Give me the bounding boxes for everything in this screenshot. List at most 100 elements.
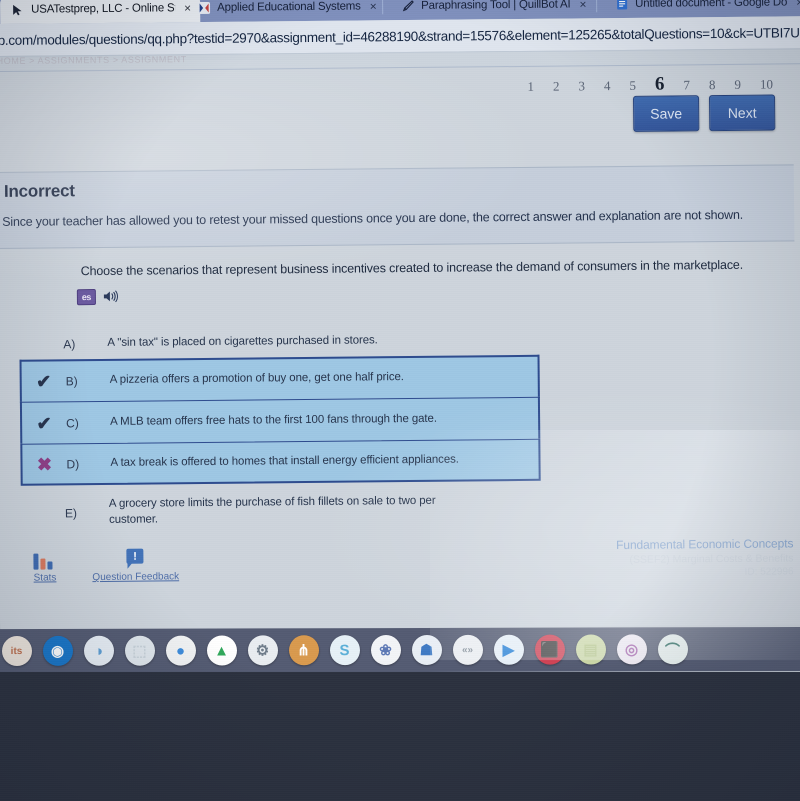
answer-option-d-selected[interactable]: ✖ D) A tax break is offered to homes tha… xyxy=(20,438,541,486)
shelf-item[interactable]: ❀ xyxy=(365,635,406,666)
pager-item-3[interactable]: 3 xyxy=(578,78,585,94)
media-player-app-icon[interactable]: ▶ xyxy=(493,634,524,665)
answer-option-b-selected[interactable]: ✔ B) A pizzeria offers a promotion of bu… xyxy=(19,354,540,402)
shelf-item[interactable]: ☗ xyxy=(406,634,447,665)
app-glyph: ▲ xyxy=(214,641,229,660)
tab-close-icon[interactable]: × xyxy=(796,0,800,9)
cube-app-icon[interactable]: ⬛ xyxy=(534,634,565,665)
pager-item-10[interactable]: 10 xyxy=(760,77,773,93)
banner-message: Since your teacher has allowed you to re… xyxy=(2,207,744,229)
address-bar-url: ep.com/modules/questions/qq.php?testid=2… xyxy=(0,24,800,48)
classroom-app-icon[interactable]: ☗ xyxy=(411,634,442,665)
app-glyph: ▤ xyxy=(583,641,598,659)
shelf-item[interactable]: ● xyxy=(160,635,201,666)
status-badge: Incorrect xyxy=(3,181,75,201)
screencast-app-icon[interactable]: ◑ xyxy=(83,635,114,666)
browser-tab-google-docs[interactable]: Untitled document - Google Do × xyxy=(604,0,800,18)
feedback-bubble-icon: ! xyxy=(124,548,146,569)
pager-item-2[interactable]: 2 xyxy=(553,79,560,95)
butterfly-app-icon[interactable]: ❀ xyxy=(370,635,401,666)
save-button[interactable]: Save xyxy=(633,95,700,132)
browser-tab-quillbot[interactable]: Paraphrasing Tool | QuillBot AI × xyxy=(390,0,610,20)
tab-title: Paraphrasing Tool | QuillBot AI xyxy=(421,0,571,12)
app-glyph: its xyxy=(10,645,23,657)
google-docs-icon xyxy=(615,0,628,11)
tab-title: Applied Educational Systems xyxy=(217,0,361,14)
device-bezel xyxy=(0,672,800,801)
files-app-icon[interactable]: ⬚ xyxy=(124,635,155,666)
shelf-item[interactable]: its xyxy=(0,635,37,667)
next-button[interactable]: Next xyxy=(709,94,776,132)
shelf-item[interactable]: ⚙ xyxy=(242,635,283,666)
its-learning-app-icon[interactable]: its xyxy=(1,635,32,667)
question-footer-links: Stats ! Question Feedback xyxy=(33,548,179,584)
tab-close-icon[interactable]: × xyxy=(579,0,586,11)
chrome-browser-app-icon[interactable]: ● xyxy=(165,635,196,666)
shelf-item[interactable]: ⋔ xyxy=(283,635,324,666)
answer-letter-a: A) xyxy=(63,337,76,352)
pager-item-7[interactable]: 7 xyxy=(683,77,690,93)
shelf-item[interactable]: ⌒ xyxy=(652,634,693,665)
question-pager: 1 2 3 4 5 6 7 8 9 10 xyxy=(527,73,773,97)
feedback-exclamation: ! xyxy=(126,548,144,564)
app-glyph: ❀ xyxy=(379,642,392,660)
app-glyph: ● xyxy=(175,642,186,660)
photo-of-chromebook-screen: USATestprep, LLC - Online Stat × Applied… xyxy=(0,0,800,801)
answer-text-d: A tax break is offered to homes that ins… xyxy=(110,453,459,469)
answer-option-a[interactable]: A) A "sin tax" is placed on cigarettes p… xyxy=(19,325,539,360)
cursor-icon xyxy=(11,3,24,16)
pager-item-8[interactable]: 8 xyxy=(709,77,716,93)
shelf-item[interactable]: ⬚ xyxy=(119,635,160,666)
result-banner: Incorrect Since your teacher has allowed… xyxy=(0,164,795,250)
pager-item-5[interactable]: 5 xyxy=(629,78,636,94)
google-drive-app-icon[interactable]: ▲ xyxy=(206,635,237,666)
answer-option-e[interactable]: E) A grocery store limits the purchase o… xyxy=(21,487,541,536)
standard-subtitle: (SSEF2) Marginal Costs & Benefits xyxy=(629,552,794,566)
shelf-item[interactable]: ▲ xyxy=(201,635,242,666)
shelf-item[interactable]: ▤ xyxy=(570,634,611,665)
chromeos-shelf: its ◉ ◑ ⬚ ● ▲ ⚙ ⋔ S ❀ ☗ «» ▶ ⬛ ▤ ◎ ⌒ xyxy=(0,626,800,674)
shelf-item[interactable]: ◎ xyxy=(611,634,652,665)
shelf-item[interactable]: ⬛ xyxy=(529,634,570,665)
question-feedback-label: Question Feedback xyxy=(92,571,180,584)
app-glyph: ◉ xyxy=(50,642,65,660)
wacom-app-icon[interactable]: ⌒ xyxy=(657,634,688,665)
answer-option-c-selected[interactable]: ✔ C) A MLB team offers free hats to the … xyxy=(19,396,541,444)
orbit-app-icon[interactable]: ◎ xyxy=(616,634,647,665)
standard-title[interactable]: Fundamental Economic Concepts xyxy=(616,536,793,552)
accessibility-app-icon[interactable]: «» xyxy=(452,634,483,665)
tab-title: USATestprep, LLC - Online Stat xyxy=(31,2,176,16)
cross-icon: ✖ xyxy=(36,453,53,475)
pager-item-9[interactable]: 9 xyxy=(734,77,741,93)
bar-chart-icon xyxy=(33,549,56,570)
app-glyph: ▶ xyxy=(502,641,515,659)
quiz-action-buttons: Save Next xyxy=(633,94,776,132)
question-tools: es xyxy=(76,289,119,306)
answer-text-e: A grocery store limits the purchase of f… xyxy=(108,495,436,526)
settings-app-icon[interactable]: ⚙ xyxy=(247,635,278,666)
sheets-app-icon[interactable]: S xyxy=(329,635,360,666)
shelf-item[interactable]: ▶ xyxy=(488,634,529,665)
shelf-item[interactable]: ◉ xyxy=(37,635,78,666)
stats-link[interactable]: Stats xyxy=(33,549,56,584)
presentation-app-icon[interactable]: ▤ xyxy=(575,634,606,665)
browser-tab-usatestprep[interactable]: USATestprep, LLC - Online Stat × xyxy=(0,0,201,24)
pager-item-1[interactable]: 1 xyxy=(527,79,534,95)
camera-app-icon[interactable]: ◉ xyxy=(42,635,73,666)
question-feedback-link[interactable]: ! Question Feedback xyxy=(92,548,179,583)
app-glyph: ⚙ xyxy=(255,642,270,660)
share-app-icon[interactable]: ⋔ xyxy=(288,635,319,666)
spanish-translate-icon[interactable]: es xyxy=(76,289,96,306)
shelf-item[interactable]: «» xyxy=(447,634,488,665)
app-glyph: ⬚ xyxy=(132,642,147,660)
app-glyph: ◑ xyxy=(93,642,104,660)
browser-tab-applied-educational-systems[interactable]: Applied Educational Systems × xyxy=(186,0,396,22)
shelf-item[interactable]: ◑ xyxy=(78,635,119,666)
speaker-icon[interactable] xyxy=(103,289,119,304)
pager-item-6-current[interactable]: 6 xyxy=(655,74,665,96)
shelf-item[interactable]: S xyxy=(324,635,365,666)
tab-close-icon[interactable]: × xyxy=(370,0,377,13)
pager-item-4[interactable]: 4 xyxy=(604,78,611,94)
app-glyph: ⌒ xyxy=(664,641,681,659)
app-glyph: ⬛ xyxy=(540,641,559,659)
